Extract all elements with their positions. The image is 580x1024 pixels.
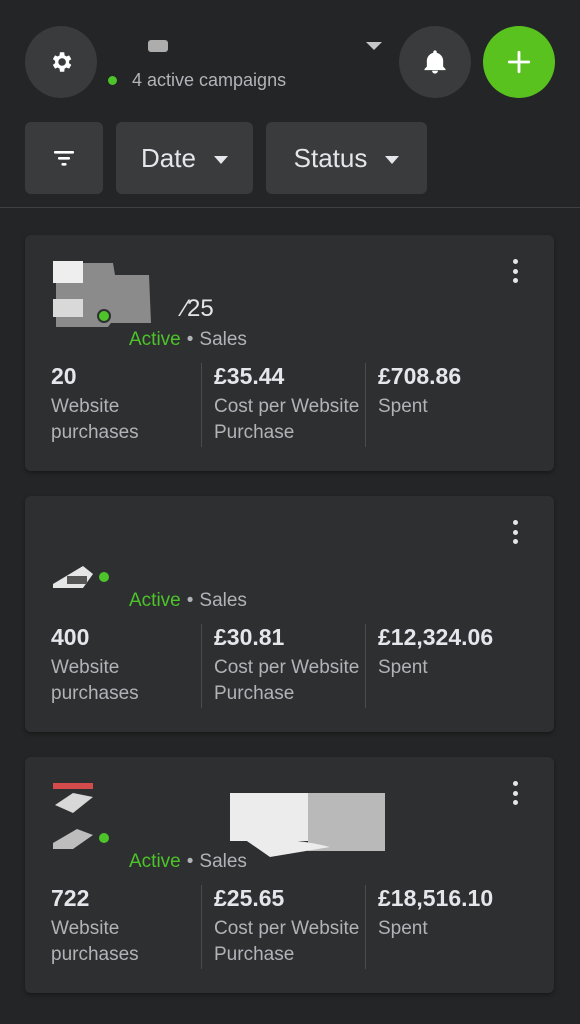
cost-value: £35.44 (214, 363, 285, 389)
metric-divider (365, 363, 366, 447)
cost-label-line1: Cost per Website (214, 918, 360, 939)
divider (0, 207, 580, 208)
cost-label-line1: Cost per Website (214, 657, 360, 678)
campaign-status: Active (129, 329, 181, 350)
campaign-meta: Active • Sales (129, 851, 247, 873)
account-selector[interactable]: 4 active campaigns (108, 38, 388, 98)
campaign-card[interactable]: ⁄25 Active • Sales 20 Website purchases … (25, 235, 554, 471)
cost-label-line2: Purchase (214, 683, 295, 704)
cost-metric: £25.65 Cost per Website Purchase (214, 885, 364, 969)
metric-divider (365, 624, 366, 708)
metric-divider (201, 885, 202, 969)
metric-divider (365, 885, 366, 969)
campaign-card[interactable]: Active • Sales 722 Website purchases £25… (25, 757, 554, 993)
campaign-status: Active (129, 590, 181, 611)
redacted-account-name (148, 40, 168, 52)
campaign-card[interactable]: Active • Sales 400 Website purchases £30… (25, 496, 554, 732)
active-status-dot (97, 831, 111, 845)
cost-label-line1: Cost per Website (214, 396, 360, 417)
chevron-down-icon (213, 155, 228, 164)
cost-value: £30.81 (214, 624, 285, 650)
campaign-metrics: 400 Website purchases £30.81 Cost per We… (51, 624, 541, 708)
campaign-objective: Sales (199, 329, 247, 350)
account-status: 4 active campaigns (108, 70, 286, 91)
cost-label-line2: Purchase (214, 944, 295, 965)
campaign-status: Active (129, 851, 181, 872)
campaign-objective: Sales (199, 590, 247, 611)
cost-label-line2: Purchase (214, 422, 295, 443)
caret-down-icon[interactable] (366, 42, 382, 50)
results-metric: 400 Website purchases (51, 624, 201, 708)
spent-label: Spent (378, 918, 428, 939)
campaign-metrics: 20 Website purchases £35.44 Cost per Web… (51, 363, 541, 447)
more-options-icon[interactable] (510, 781, 520, 805)
filter-icon (54, 151, 74, 166)
spent-label: Spent (378, 396, 428, 417)
date-filter-label: Date (141, 142, 196, 173)
spent-value: £12,324.06 (378, 624, 494, 650)
status-filter-label: Status (293, 142, 368, 173)
more-options-icon[interactable] (510, 520, 520, 544)
spent-value: £18,516.10 (378, 885, 494, 911)
results-label-line1: Website (51, 657, 120, 678)
chevron-down-icon (385, 155, 400, 164)
separator: • (186, 851, 194, 872)
results-metric: 20 Website purchases (51, 363, 201, 447)
results-value: 400 (51, 624, 90, 650)
gear-icon (52, 52, 72, 72)
plus-icon (507, 50, 531, 74)
date-filter-dropdown[interactable]: Date (116, 122, 253, 194)
create-campaign-button[interactable] (483, 26, 555, 98)
separator: • (186, 590, 194, 611)
top-bar: 4 active campaigns (0, 0, 580, 100)
filter-bar: Date Status (0, 122, 580, 196)
campaign-metrics: 722 Website purchases £25.65 Cost per We… (51, 885, 541, 969)
active-status-dot (97, 570, 111, 584)
results-label-line2: purchases (51, 683, 139, 704)
status-filter-dropdown[interactable]: Status (266, 122, 427, 194)
notifications-button[interactable] (399, 26, 471, 98)
results-value: 20 (51, 363, 77, 389)
separator: • (186, 329, 194, 350)
spent-metric: £12,324.06 Spent (378, 624, 538, 708)
filter-button[interactable] (25, 122, 103, 194)
results-label-line1: Website (51, 396, 120, 417)
metric-divider (201, 624, 202, 708)
campaign-objective: Sales (199, 851, 247, 872)
results-metric: 722 Website purchases (51, 885, 201, 969)
spent-metric: £18,516.10 Spent (378, 885, 538, 969)
more-options-icon[interactable] (510, 259, 520, 283)
active-status-dot (97, 309, 111, 323)
account-subtitle: 4 active campaigns (132, 70, 287, 90)
campaign-name: ⁄25 (183, 295, 214, 322)
results-label-line2: purchases (51, 944, 139, 965)
spent-value: £708.86 (378, 363, 462, 389)
cost-metric: £35.44 Cost per Website Purchase (214, 363, 364, 447)
metric-divider (201, 363, 202, 447)
results-value: 722 (51, 885, 90, 911)
campaign-meta: Active • Sales (129, 590, 247, 612)
results-label-line1: Website (51, 918, 120, 939)
account-name (108, 38, 358, 58)
cost-value: £25.65 (214, 885, 285, 911)
spent-metric: £708.86 Spent (378, 363, 538, 447)
redaction-overlay (230, 793, 385, 857)
bell-icon (424, 50, 446, 74)
cost-metric: £30.81 Cost per Website Purchase (214, 624, 364, 708)
spent-label: Spent (378, 657, 428, 678)
campaign-meta: Active • Sales (129, 329, 247, 351)
settings-button[interactable] (25, 26, 97, 98)
results-label-line2: purchases (51, 422, 139, 443)
active-dot (108, 76, 117, 85)
